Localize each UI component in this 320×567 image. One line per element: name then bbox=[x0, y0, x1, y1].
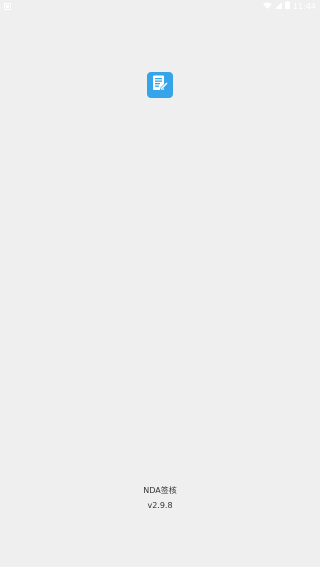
app-icon bbox=[147, 72, 173, 98]
status-bar: 11:44 bbox=[0, 0, 320, 12]
status-bar-left bbox=[4, 2, 11, 10]
notification-icon bbox=[4, 2, 11, 10]
status-time: 11:44 bbox=[292, 1, 316, 11]
app-name: NDA签核 bbox=[143, 486, 177, 495]
splash-screen: 11:44 NDA签核 v2.9.8 bbox=[0, 0, 320, 567]
app-version: v2.9.8 bbox=[147, 501, 173, 510]
wifi-icon bbox=[262, 2, 272, 11]
signal-icon bbox=[274, 1, 282, 11]
status-bar-right: 11:44 bbox=[262, 1, 316, 11]
battery-icon bbox=[284, 1, 290, 11]
document-edit-icon bbox=[151, 74, 169, 96]
